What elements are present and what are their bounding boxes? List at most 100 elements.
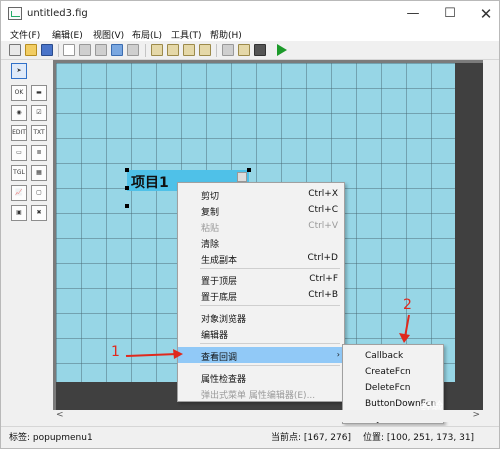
popup-dropdown-icon [237,172,247,182]
panel-icon[interactable]: ▢ [31,185,47,201]
new-icon[interactable] [9,44,21,56]
toolbar [1,41,499,60]
object-browser-icon[interactable] [254,44,266,56]
context-menu: 剪切 Ctrl+X 复制 Ctrl+C 粘贴 Ctrl+V 清除 生成副本 Ct… [177,182,345,402]
save-icon[interactable] [41,44,53,56]
minimize-button[interactable]: — [395,1,431,27]
menu-item-label: 属性检查器 [201,375,247,385]
menu-separator [200,343,340,344]
menu-item-label: 生成副本 [201,256,238,266]
menu-tools[interactable]: 工具(T) [171,28,202,41]
title-bar: untitled3.fig — ☐ ✕ [1,1,499,27]
menu-item-copy[interactable]: 复制 Ctrl+C [178,202,344,218]
tab-order-icon[interactable] [183,44,195,56]
status-bar: 标签: popupmenu1 当前点: [167, 276] 位置: [100,… [1,426,499,443]
resize-handle[interactable] [125,204,129,208]
menu-item-clear[interactable]: 清除 [178,234,344,250]
slider-icon[interactable]: ▬ [31,85,47,101]
static-text-icon[interactable]: TXT [31,125,47,141]
redo-icon[interactable] [127,44,139,56]
figure-app-icon [8,7,22,20]
cut-icon[interactable] [63,44,75,56]
menu-item-property-inspector[interactable]: 属性检查器 [178,369,344,385]
property-inspector-icon[interactable] [238,44,250,56]
menu-item-shortcut: Ctrl+B [308,290,338,300]
menu-item-bring-to-front[interactable]: 置于顶层 Ctrl+F [178,271,344,287]
paste-icon[interactable] [95,44,107,56]
annotation-marker-2: 2 [403,297,412,313]
align-icon[interactable] [151,44,163,56]
component-palette: ➤ OK ▬ ◉ ☑ EDIT TXT ▭ ≣ TGL ▦ 📈 ▢ ▣ ✖ [11,63,49,223]
toolbar-separator [216,44,217,57]
radiobutton-icon[interactable]: ◉ [11,105,27,121]
menu-item-label: 对象浏览器 [201,315,247,325]
menu-item-label: 复制 [201,208,220,218]
listbox-icon[interactable]: ≣ [31,145,47,161]
menu-item-shortcut: Ctrl+F [309,274,338,284]
resize-handle[interactable] [247,168,251,172]
status-tag: 标签: popupmenu1 [9,433,93,443]
menu-bar: 文件(F) 编辑(E) 视图(V) 布局(L) 工具(T) 帮助(H) [1,27,499,41]
checkbox-icon[interactable]: ☑ [31,105,47,121]
menu-item-shortcut: Ctrl+D [307,253,339,263]
submenu-item-createfcn[interactable]: CreateFcn [365,367,411,377]
menu-item-label: 查看回调 [201,353,238,363]
scroll-left-icon[interactable]: < [56,410,64,420]
menu-item-cut[interactable]: 剪切 Ctrl+X [178,186,344,202]
popupmenu-icon[interactable]: ▭ [11,145,27,161]
run-icon[interactable] [277,44,287,56]
menu-separator [200,268,340,269]
menu-item-label: 置于底层 [201,293,238,303]
toolbar-editor-icon[interactable] [199,44,211,56]
menu-view[interactable]: 视图(V) [93,28,124,41]
submenu-item-deletefcn[interactable]: DeleteFcn [365,383,410,393]
window-title: untitled3.fig [27,8,88,19]
submenu-arrow-icon: › [336,350,340,359]
axes-icon[interactable]: 📈 [11,185,27,201]
menu-layout[interactable]: 布局(L) [132,28,162,41]
menu-item-editor[interactable]: 编辑器 [178,325,344,341]
menu-item-duplicate[interactable]: 生成副本 Ctrl+D [178,250,344,266]
menu-item-label: 置于顶层 [201,277,238,287]
edit-text-icon[interactable]: EDIT [11,125,27,141]
resize-handle[interactable] [125,168,129,172]
menu-item-shortcut: Ctrl+X [308,189,338,199]
menu-item-shortcut: Ctrl+C [308,205,338,215]
canvas-right-edge [455,63,483,410]
menu-item-label: 剪切 [201,192,220,202]
menu-item-shortcut: Ctrl+V [308,221,338,231]
toolbar-separator [145,44,146,57]
submenu-item-callback[interactable]: Callback [365,351,403,361]
horizontal-scrollbar[interactable]: < > [53,410,483,422]
activex-icon[interactable]: ✖ [31,205,47,221]
mfile-editor-icon[interactable] [222,44,234,56]
menu-item-label: 清除 [201,240,220,250]
select-arrow-icon[interactable]: ➤ [11,63,27,79]
status-position: 位置: [100, 251, 173, 31] [363,433,475,443]
undo-icon[interactable] [111,44,123,56]
togglebutton-icon[interactable]: TGL [11,165,27,181]
open-icon[interactable] [25,44,37,56]
guide-window: untitled3.fig — ☐ ✕ 文件(F) 编辑(E) 视图(V) 布局… [0,0,500,449]
maximize-button[interactable]: ☐ [432,1,468,27]
menu-item-send-to-back[interactable]: 置于底层 Ctrl+B [178,287,344,303]
menu-editor-icon[interactable] [167,44,179,56]
menu-separator [200,305,340,306]
close-button[interactable]: ✕ [468,1,500,27]
toolbar-separator [58,44,59,57]
menu-item-object-browser[interactable]: 对象浏览器 [178,309,344,325]
annotation-marker-1: 1 [111,344,120,360]
scroll-right-icon[interactable]: > [472,410,480,420]
menu-edit[interactable]: 编辑(E) [52,28,83,41]
menu-item-label: 粘贴 [201,224,220,234]
copy-icon[interactable] [79,44,91,56]
menu-item-property-editor[interactable]: 弹出式菜单 属性编辑器(E)... [178,385,344,401]
pushbutton-icon[interactable]: OK [11,85,27,101]
menu-item-view-callbacks[interactable]: 查看回调 › [178,347,344,363]
resize-handle[interactable] [125,186,129,190]
menu-help[interactable]: 帮助(H) [210,28,242,41]
menu-item-paste[interactable]: 粘贴 Ctrl+V [178,218,344,234]
table-icon[interactable]: ▦ [31,165,47,181]
menu-file[interactable]: 文件(F) [10,28,40,41]
buttongroup-icon[interactable]: ▣ [11,205,27,221]
